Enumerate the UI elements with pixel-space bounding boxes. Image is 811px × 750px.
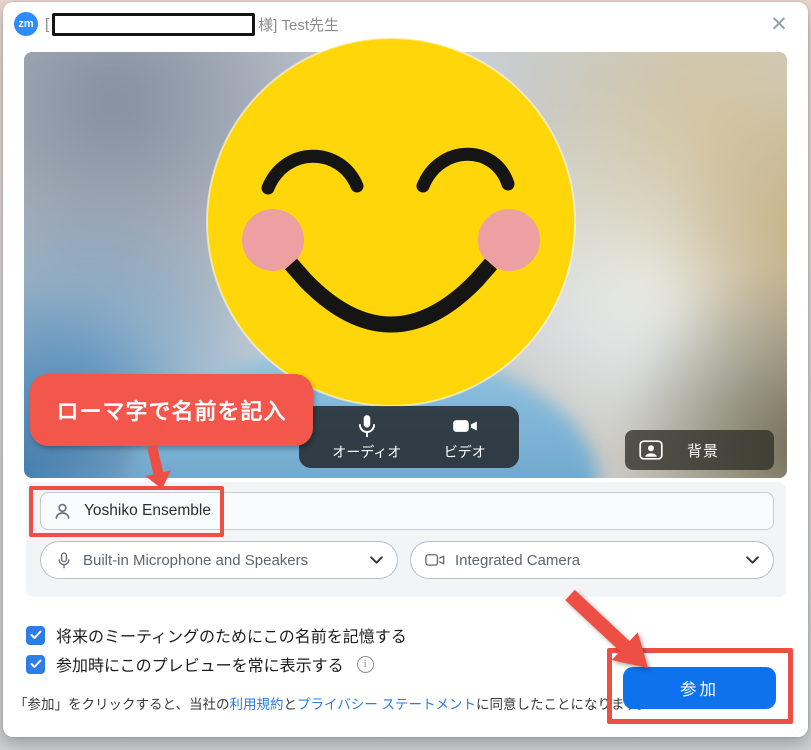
window-title: [ 様] Test先生 [45, 13, 339, 36]
video-label: ビデオ [444, 442, 486, 462]
audio-button[interactable]: オーディオ [332, 413, 401, 462]
name-hint-bubble: ローマ字で名前を記入 [30, 374, 313, 446]
chevron-down-icon [746, 556, 759, 564]
info-icon[interactable]: i [357, 656, 374, 673]
microphone-outline-icon [55, 551, 73, 570]
chevron-down-icon [370, 556, 383, 564]
checkbox-checked-icon[interactable] [26, 655, 45, 674]
camera-selector[interactable]: Integrated Camera [410, 541, 774, 579]
camera-outline-icon [425, 552, 445, 568]
always-show-preview-option: 参加時にこのプレビューを常に表示する i [26, 652, 374, 676]
terms-agreement-text: 「参加」をクリックすると、当社の利用規約とプライバシー ステートメントに同意した… [14, 693, 650, 713]
microphone-icon [354, 413, 380, 439]
always-show-preview-label: 参加時にこのプレビューを常に表示する [56, 652, 344, 676]
background-button[interactable]: 背景 [625, 430, 774, 470]
join-button-highlight [607, 648, 793, 724]
close-icon[interactable]: ✕ [766, 11, 792, 37]
remember-name-label: 将来のミーティングのためにこの名前を記憶する [56, 623, 407, 647]
microphone-selector[interactable]: Built-in Microphone and Speakers [40, 541, 398, 579]
agreement-text-before: 「参加」をクリックすると、当社の [14, 697, 229, 712]
title-prefix: [ [45, 16, 49, 33]
checkbox-checked-icon[interactable] [26, 626, 45, 645]
audio-video-pill: オーディオ ビデオ [299, 406, 519, 468]
microphone-value: Built-in Microphone and Speakers [83, 552, 360, 569]
background-label: 背景 [687, 440, 719, 461]
terms-of-service-link[interactable]: 利用規約 [229, 697, 283, 712]
remember-name-option: 将来のミーティングのためにこの名前を記憶する [26, 623, 407, 647]
video-button[interactable]: ビデオ [444, 413, 486, 462]
virtual-background-icon [639, 440, 663, 460]
smiley-face-sticker [205, 36, 577, 408]
camera-icon [451, 413, 479, 439]
agreement-conjunction: と [283, 697, 297, 712]
name-hint-text: ローマ字で名前を記入 [56, 394, 286, 426]
zoom-logo-icon: zm [14, 12, 38, 36]
camera-value: Integrated Camera [455, 552, 736, 569]
audio-label: オーディオ [332, 442, 401, 462]
name-field-highlight [29, 486, 224, 537]
title-suffix: 様] Test先生 [258, 14, 339, 35]
join-preview-dialog: zm [ 様] Test先生 ✕ オーディオ [3, 2, 808, 737]
redacted-name-box [52, 13, 255, 36]
privacy-statement-link[interactable]: プライバシー ステートメント [297, 697, 476, 712]
